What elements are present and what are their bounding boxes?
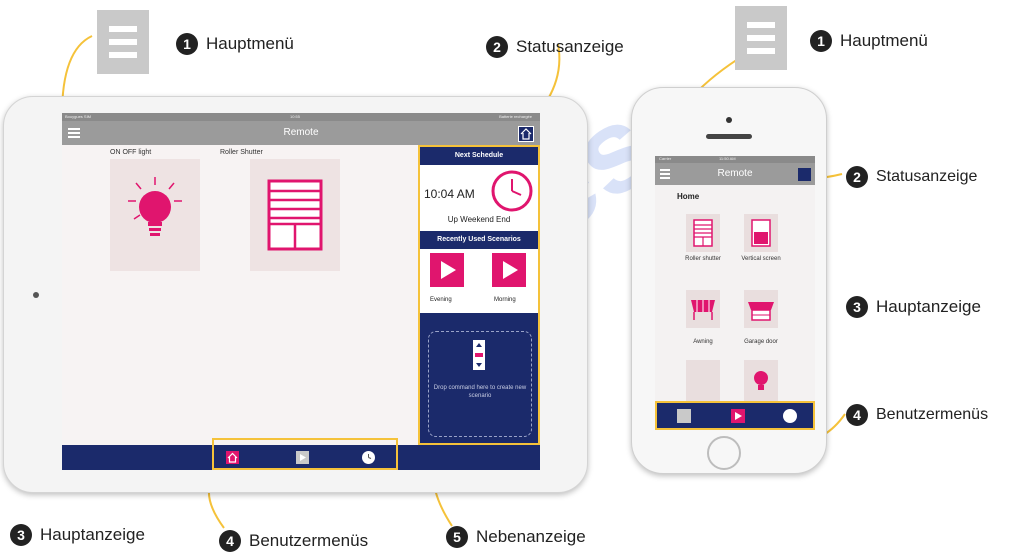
phone-header: Remote [655,163,815,185]
status-carrier: Carrier [659,156,672,161]
callout-label: Hauptanzeige [876,297,981,316]
device-tile-roller-shutter[interactable] [250,159,340,271]
callout-statusanzeige-right: 2 Statusanzeige [846,166,977,188]
play-icon [503,261,518,279]
callout-hauptmenu-right: 1 Hauptmenü [810,30,928,52]
tile-label: Garage door [744,339,778,345]
callout-label: Benutzermenüs [249,531,369,550]
callout-hauptanzeige-right: 3 Hauptanzeige [846,296,981,318]
callout-number: 2 [846,166,868,188]
status-carrier: Bouygues SIM [65,114,92,119]
home-icon[interactable] [677,409,691,423]
light-bulb-icon [754,371,768,390]
device-tile-light-partial[interactable] [744,360,778,402]
callout-label: Hauptanzeige [40,525,145,544]
tile-label: Vertical screen [741,256,781,262]
tablet-bottom-bar [62,438,540,470]
callout-label: Nebenanzeige [476,527,586,546]
callout-number: 1 [810,30,832,52]
callout-statusanzeige-left: 2 Statusanzeige [486,36,624,58]
command-icon [473,340,485,370]
callout-label: Statusanzeige [516,37,624,56]
hamburger-menu-icon[interactable] [660,169,670,179]
scenario-label: Evening [430,297,452,303]
callout-label: Benutzermenüs [876,406,989,423]
home-icon[interactable] [226,451,239,464]
light-bulb-icon [128,177,182,236]
device-tile-awning[interactable] [686,290,720,328]
callout-hauptanzeige-bottom: 3 Hauptanzeige [10,524,145,546]
status-indicator-icon[interactable] [798,168,811,181]
tile-label: Roller shutter [685,256,721,262]
recent-scenarios-card: Evening Morning [420,249,538,313]
secondary-panel: Next Schedule 10:04 AM Up Weekend End Re… [418,145,540,445]
drop-zone-text: Drop command here to create new scenario [433,385,527,399]
scenario-evening-button[interactable] [430,253,464,287]
device-tile-garage-door[interactable] [744,290,778,328]
phone-screen: Carrier 11:50 AM Remote Home Roller shut… [655,156,815,430]
vertical-screen-icon [751,219,771,247]
tablet-screen: Bouygues SIM 10:55 Batterie rechargée Re… [62,113,540,470]
recent-scenarios-header: Recently Used Scenarios [437,236,521,243]
phone-title: Remote [717,168,753,179]
scenario-morning-button[interactable] [492,253,526,287]
tablet-title: Remote [283,127,319,138]
device-tile-light[interactable] [110,159,200,271]
schedule-name: Up Weekend End [447,215,511,224]
callout-number: 3 [846,296,868,318]
phone-status-bar: Carrier 11:50 AM [655,156,815,163]
status-time: 11:50 AM [719,156,736,161]
callout-label: Hauptmenü [206,34,294,53]
play-icon [441,261,456,279]
scenario-play-icon[interactable] [731,409,745,423]
callout-number: 1 [176,33,198,55]
hauptmenu-icon-large [97,10,149,74]
tablet-status-bar: Bouygues SIM 10:55 Batterie rechargée [62,113,540,121]
next-schedule-card[interactable]: 10:04 AM Up Weekend End [420,165,538,231]
roller-shutter-icon [267,179,323,251]
section-title: Home [677,192,700,201]
clock-icon [491,170,533,212]
scenario-label: Morning [494,297,516,303]
tile-label: Awning [693,339,713,345]
device-tile-vertical-screen[interactable] [744,214,778,252]
status-battery: Batterie rechargée [499,114,532,119]
callout-benutzermenus-bottom: 4 Benutzermenüs [219,530,368,552]
callout-label: Hauptmenü [840,31,928,50]
scenario-play-icon[interactable] [296,451,309,464]
hauptmenu-icon-large [735,6,787,70]
callout-number: 4 [846,404,868,426]
callout-nebenanzeige-bottom: 5 Nebenanzeige [446,526,586,548]
phone-speaker [706,134,752,139]
status-time: 10:55 [290,114,301,119]
callout-hauptmenu-left: 1 Hauptmenü [176,33,294,55]
drop-zone[interactable]: Drop command here to create new scenario [428,331,532,437]
schedule-clock-icon[interactable] [362,451,375,464]
garage-door-icon [748,302,774,321]
roller-shutter-icon [693,219,713,247]
tablet-camera [33,292,39,298]
phone-home-button[interactable] [707,436,741,470]
tile-label: Roller Shutter [220,149,263,156]
phone-camera [726,117,732,123]
callout-label: Statusanzeige [876,168,978,185]
awning-icon [691,300,715,320]
callout-number: 4 [219,530,241,552]
schedule-time: 10:04 AM [424,187,475,201]
tablet-header: Remote [62,121,540,145]
device-tile-roller-shutter[interactable] [686,214,720,252]
phone-bottom-bar [655,401,815,430]
callout-number: 5 [446,526,468,548]
next-schedule-header: Next Schedule [454,152,504,159]
status-indicator-icon[interactable] [518,126,534,142]
callout-benutzermenus-right: 4 Benutzermenüs [846,404,988,426]
callout-number: 2 [486,36,508,58]
device-tile-partial[interactable] [686,360,720,402]
tile-label: ON OFF light [110,149,152,156]
hamburger-menu-icon[interactable] [68,128,80,138]
schedule-clock-icon[interactable] [783,409,797,423]
callout-number: 3 [10,524,32,546]
